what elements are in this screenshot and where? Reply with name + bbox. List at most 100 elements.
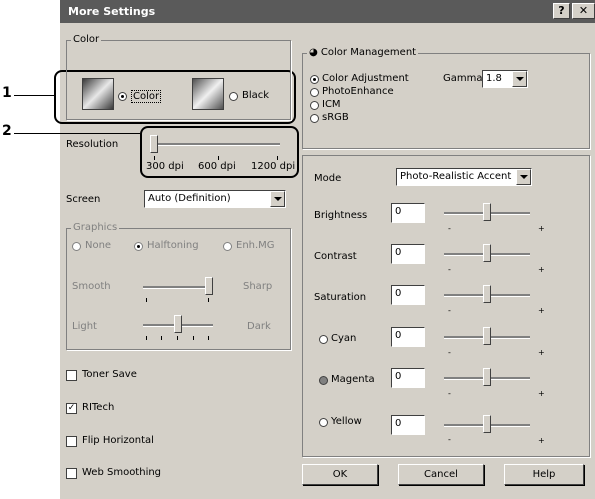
resolution-tick — [154, 156, 155, 160]
photoenhance-label: PhotoEnhance — [322, 86, 394, 97]
none-radio[interactable] — [72, 242, 81, 251]
mode-dropdown-button[interactable] — [516, 169, 531, 185]
cyan-minus: - — [448, 348, 451, 357]
brightness-label: Brightness — [314, 210, 368, 221]
gamma-select[interactable]: 1.8 — [482, 70, 528, 88]
color-radio-label: Color — [131, 90, 162, 103]
light-dark-tick — [161, 336, 162, 340]
saturation-input[interactable]: 0 — [391, 285, 425, 305]
color-management-legend-text: Color Management — [320, 47, 417, 58]
light-dark-slider-thumb[interactable] — [174, 315, 182, 333]
resolution-tick-600: 600 dpi — [198, 161, 236, 172]
none-radio-label: None — [85, 240, 112, 251]
black-printer-icon — [192, 78, 224, 110]
mode-select[interactable]: Photo-Realistic Accent — [396, 168, 532, 186]
resolution-slider-track[interactable] — [152, 143, 280, 146]
toner-save-checkbox[interactable] — [66, 370, 77, 381]
light-label: Light — [72, 321, 97, 332]
cyan-slider-thumb[interactable] — [483, 327, 491, 345]
srgb-radio[interactable] — [310, 114, 319, 123]
enh-mg-radio[interactable] — [223, 242, 232, 251]
gamma-dropdown-button[interactable] — [512, 71, 527, 87]
magenta-slider-thumb[interactable] — [483, 368, 491, 386]
icm-label: ICM — [322, 99, 341, 110]
black-radio[interactable] — [229, 92, 238, 101]
smooth-sharp-tick — [208, 298, 209, 302]
color-radio[interactable] — [118, 92, 127, 101]
ok-button[interactable]: OK — [302, 464, 378, 485]
smooth-sharp-slider-track[interactable] — [143, 286, 213, 289]
ritech-checkbox[interactable]: ✓ — [66, 403, 77, 414]
cancel-button[interactable]: Cancel — [398, 464, 484, 485]
smooth-sharp-tick — [146, 298, 147, 302]
photoenhance-radio[interactable] — [310, 88, 319, 97]
magenta-label: Magenta — [331, 374, 375, 385]
callout-number-2: 2 — [2, 123, 12, 139]
brightness-input[interactable]: 0 — [391, 203, 425, 223]
yellow-slider-thumb[interactable] — [483, 415, 491, 433]
cyan-dot-icon — [319, 335, 328, 344]
color-adjustment-radio[interactable] — [310, 75, 319, 84]
magenta-input[interactable]: 0 — [391, 368, 425, 388]
color-adjustment-panel — [302, 155, 590, 457]
help-button[interactable]: Help — [504, 464, 584, 485]
web-smoothing-checkbox[interactable] — [66, 468, 77, 479]
brightness-plus: + — [538, 224, 545, 233]
contrast-minus: - — [448, 265, 451, 274]
yellow-label: Yellow — [331, 416, 362, 427]
enh-mg-radio-label: Enh.MG — [236, 240, 275, 251]
sharp-label: Sharp — [243, 281, 273, 292]
graphics-group-legend: Graphics — [71, 222, 120, 233]
screen-label: Screen — [66, 194, 101, 205]
dark-label: Dark — [247, 321, 271, 332]
cyan-label: Cyan — [331, 333, 357, 344]
screen-dropdown-button[interactable] — [270, 191, 285, 207]
gamma-label: Gamma — [443, 73, 483, 84]
toner-save-label: Toner Save — [82, 369, 137, 380]
gamma-select-value: 1.8 — [486, 73, 502, 84]
saturation-minus: - — [448, 306, 451, 315]
screen-select[interactable]: Auto (Definition) — [144, 190, 286, 208]
resolution-slider-thumb[interactable] — [150, 135, 158, 153]
resolution-tick-300: 300 dpi — [146, 161, 184, 172]
yellow-dot-icon — [319, 418, 328, 427]
smooth-label: Smooth — [72, 281, 111, 292]
window-title: More Settings — [68, 5, 156, 18]
magenta-minus: - — [448, 389, 451, 398]
color-management-legend: ◕ Color Management — [307, 47, 419, 58]
flip-horizontal-label: Flip Horizontal — [82, 435, 154, 446]
resolution-label: Resolution — [66, 139, 119, 150]
yellow-minus: - — [448, 435, 451, 444]
ritech-label: RITech — [82, 402, 115, 413]
color-group-legend: Color — [71, 34, 102, 45]
srgb-label: sRGB — [322, 112, 349, 123]
yellow-input[interactable]: 0 — [391, 415, 425, 435]
icm-radio[interactable] — [310, 101, 319, 110]
mode-select-value: Photo-Realistic Accent — [400, 171, 512, 182]
resolution-tick — [277, 156, 278, 160]
brightness-slider-thumb[interactable] — [483, 203, 491, 221]
contrast-input[interactable]: 0 — [391, 244, 425, 264]
callout-number-1: 1 — [2, 85, 12, 101]
smooth-sharp-slider-thumb[interactable] — [205, 277, 213, 295]
resolution-tick-1200: 1200 dpi — [251, 161, 296, 172]
magenta-plus: + — [538, 389, 545, 398]
halftoning-radio-label: Halftoning — [147, 240, 199, 251]
close-title-button[interactable]: ✕ — [572, 3, 595, 19]
callout-line-1 — [14, 95, 54, 96]
light-dark-tick — [208, 336, 209, 340]
magenta-dot-icon — [319, 376, 328, 385]
cyan-input[interactable]: 0 — [391, 327, 425, 347]
cyan-plus: + — [538, 348, 545, 357]
screen-select-value: Auto (Definition) — [148, 193, 231, 204]
contrast-slider-thumb[interactable] — [483, 244, 491, 262]
black-radio-label: Black — [242, 90, 270, 101]
web-smoothing-label: Web Smoothing — [82, 467, 162, 478]
saturation-slider-thumb[interactable] — [483, 285, 491, 303]
color-printer-icon — [82, 78, 114, 110]
brightness-minus: - — [448, 224, 451, 233]
resolution-tick — [218, 156, 219, 160]
flip-horizontal-checkbox[interactable] — [66, 436, 77, 447]
halftoning-radio[interactable] — [134, 242, 143, 251]
help-title-button[interactable]: ? — [553, 3, 570, 19]
